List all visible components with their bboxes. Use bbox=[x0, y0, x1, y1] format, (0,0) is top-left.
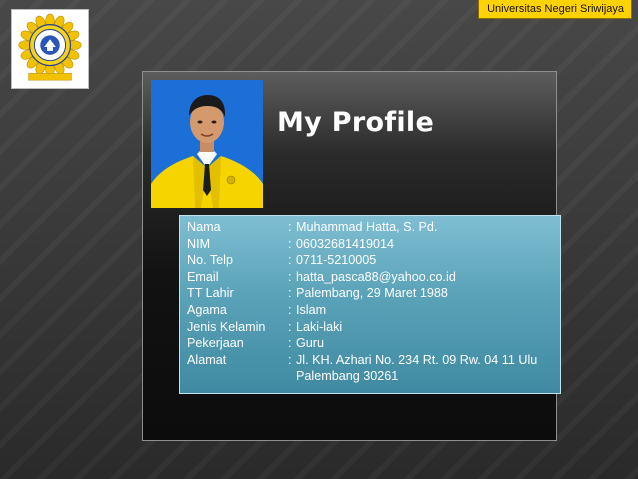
profile-photo bbox=[151, 80, 263, 208]
person-photo-icon bbox=[151, 80, 263, 208]
profile-row: Email: hatta_pasca88@yahoo.co.id bbox=[187, 269, 560, 286]
university-seal-icon bbox=[18, 13, 82, 81]
university-name-badge: Universitas Negeri Sriwijaya bbox=[478, 0, 632, 19]
profile-field-separator: : bbox=[288, 236, 292, 251]
profile-field-value: 0711-5210005 bbox=[296, 253, 377, 268]
profile-field-value: Islam bbox=[296, 302, 327, 317]
profile-field-label: NIM bbox=[187, 236, 211, 251]
profile-field-value: Jl. KH. Azhari No. 234 Rt. 09 Rw. 04 11 … bbox=[296, 352, 538, 384]
profile-field-value: hatta_pasca88@yahoo.co.id bbox=[296, 269, 456, 284]
profile-info-box: Nama: Muhammad Hatta, S. Pd. NIM:060326814… bbox=[179, 215, 561, 394]
profile-field-separator: : bbox=[288, 220, 292, 234]
profile-field-separator: : bbox=[288, 302, 292, 317]
profile-field-label: Pekerjaan bbox=[187, 336, 244, 351]
profile-field-separator: : bbox=[288, 352, 292, 367]
profile-row: Agama: Islam bbox=[187, 302, 560, 319]
profile-row: Alamat: Jl. KH. Azhari No. 234 Rt. 09 Rw.… bbox=[187, 352, 560, 385]
profile-field-separator: : bbox=[288, 336, 292, 351]
profile-row: No. Telp:0711-5210005 bbox=[187, 252, 560, 269]
profile-field-label: Agama bbox=[187, 302, 227, 317]
profile-field-separator: : bbox=[288, 319, 292, 334]
profile-field-separator: : bbox=[288, 269, 292, 284]
profile-field-label: Jenis Kelamin bbox=[187, 319, 266, 334]
university-logo bbox=[11, 9, 89, 89]
profile-field-label: No. Telp bbox=[187, 253, 233, 268]
profile-field-separator: : bbox=[288, 253, 292, 268]
profile-field-value: 06032681419014 bbox=[296, 236, 395, 251]
page-title: My Profile bbox=[277, 107, 435, 138]
profile-row: TT Lahir: Palembang, 29 Maret 1988 bbox=[187, 285, 560, 302]
profile-row: NIM:06032681419014 bbox=[187, 236, 560, 253]
profile-field-label: Email bbox=[187, 269, 219, 284]
profile-field-value: Guru bbox=[296, 336, 324, 351]
profile-field-value: Laki-laki bbox=[296, 319, 343, 334]
profile-row: Pekerjaan: Guru bbox=[187, 335, 560, 352]
profile-panel: My Profile Nama: Muhammad Hatta, S. Pd. NI… bbox=[142, 71, 561, 441]
profile-field-label: TT Lahir bbox=[187, 286, 234, 301]
profile-field-label: Nama bbox=[187, 220, 221, 234]
profile-field-value: Muhammad Hatta, S. Pd. bbox=[296, 220, 438, 234]
profile-field-separator: : bbox=[288, 286, 292, 301]
profile-row: Jenis Kelamin: Laki-laki bbox=[187, 319, 560, 336]
profile-row: Nama: Muhammad Hatta, S. Pd. bbox=[187, 219, 560, 236]
profile-field-label: Alamat bbox=[187, 352, 227, 367]
profile-field-value: Palembang, 29 Maret 1988 bbox=[296, 286, 448, 301]
